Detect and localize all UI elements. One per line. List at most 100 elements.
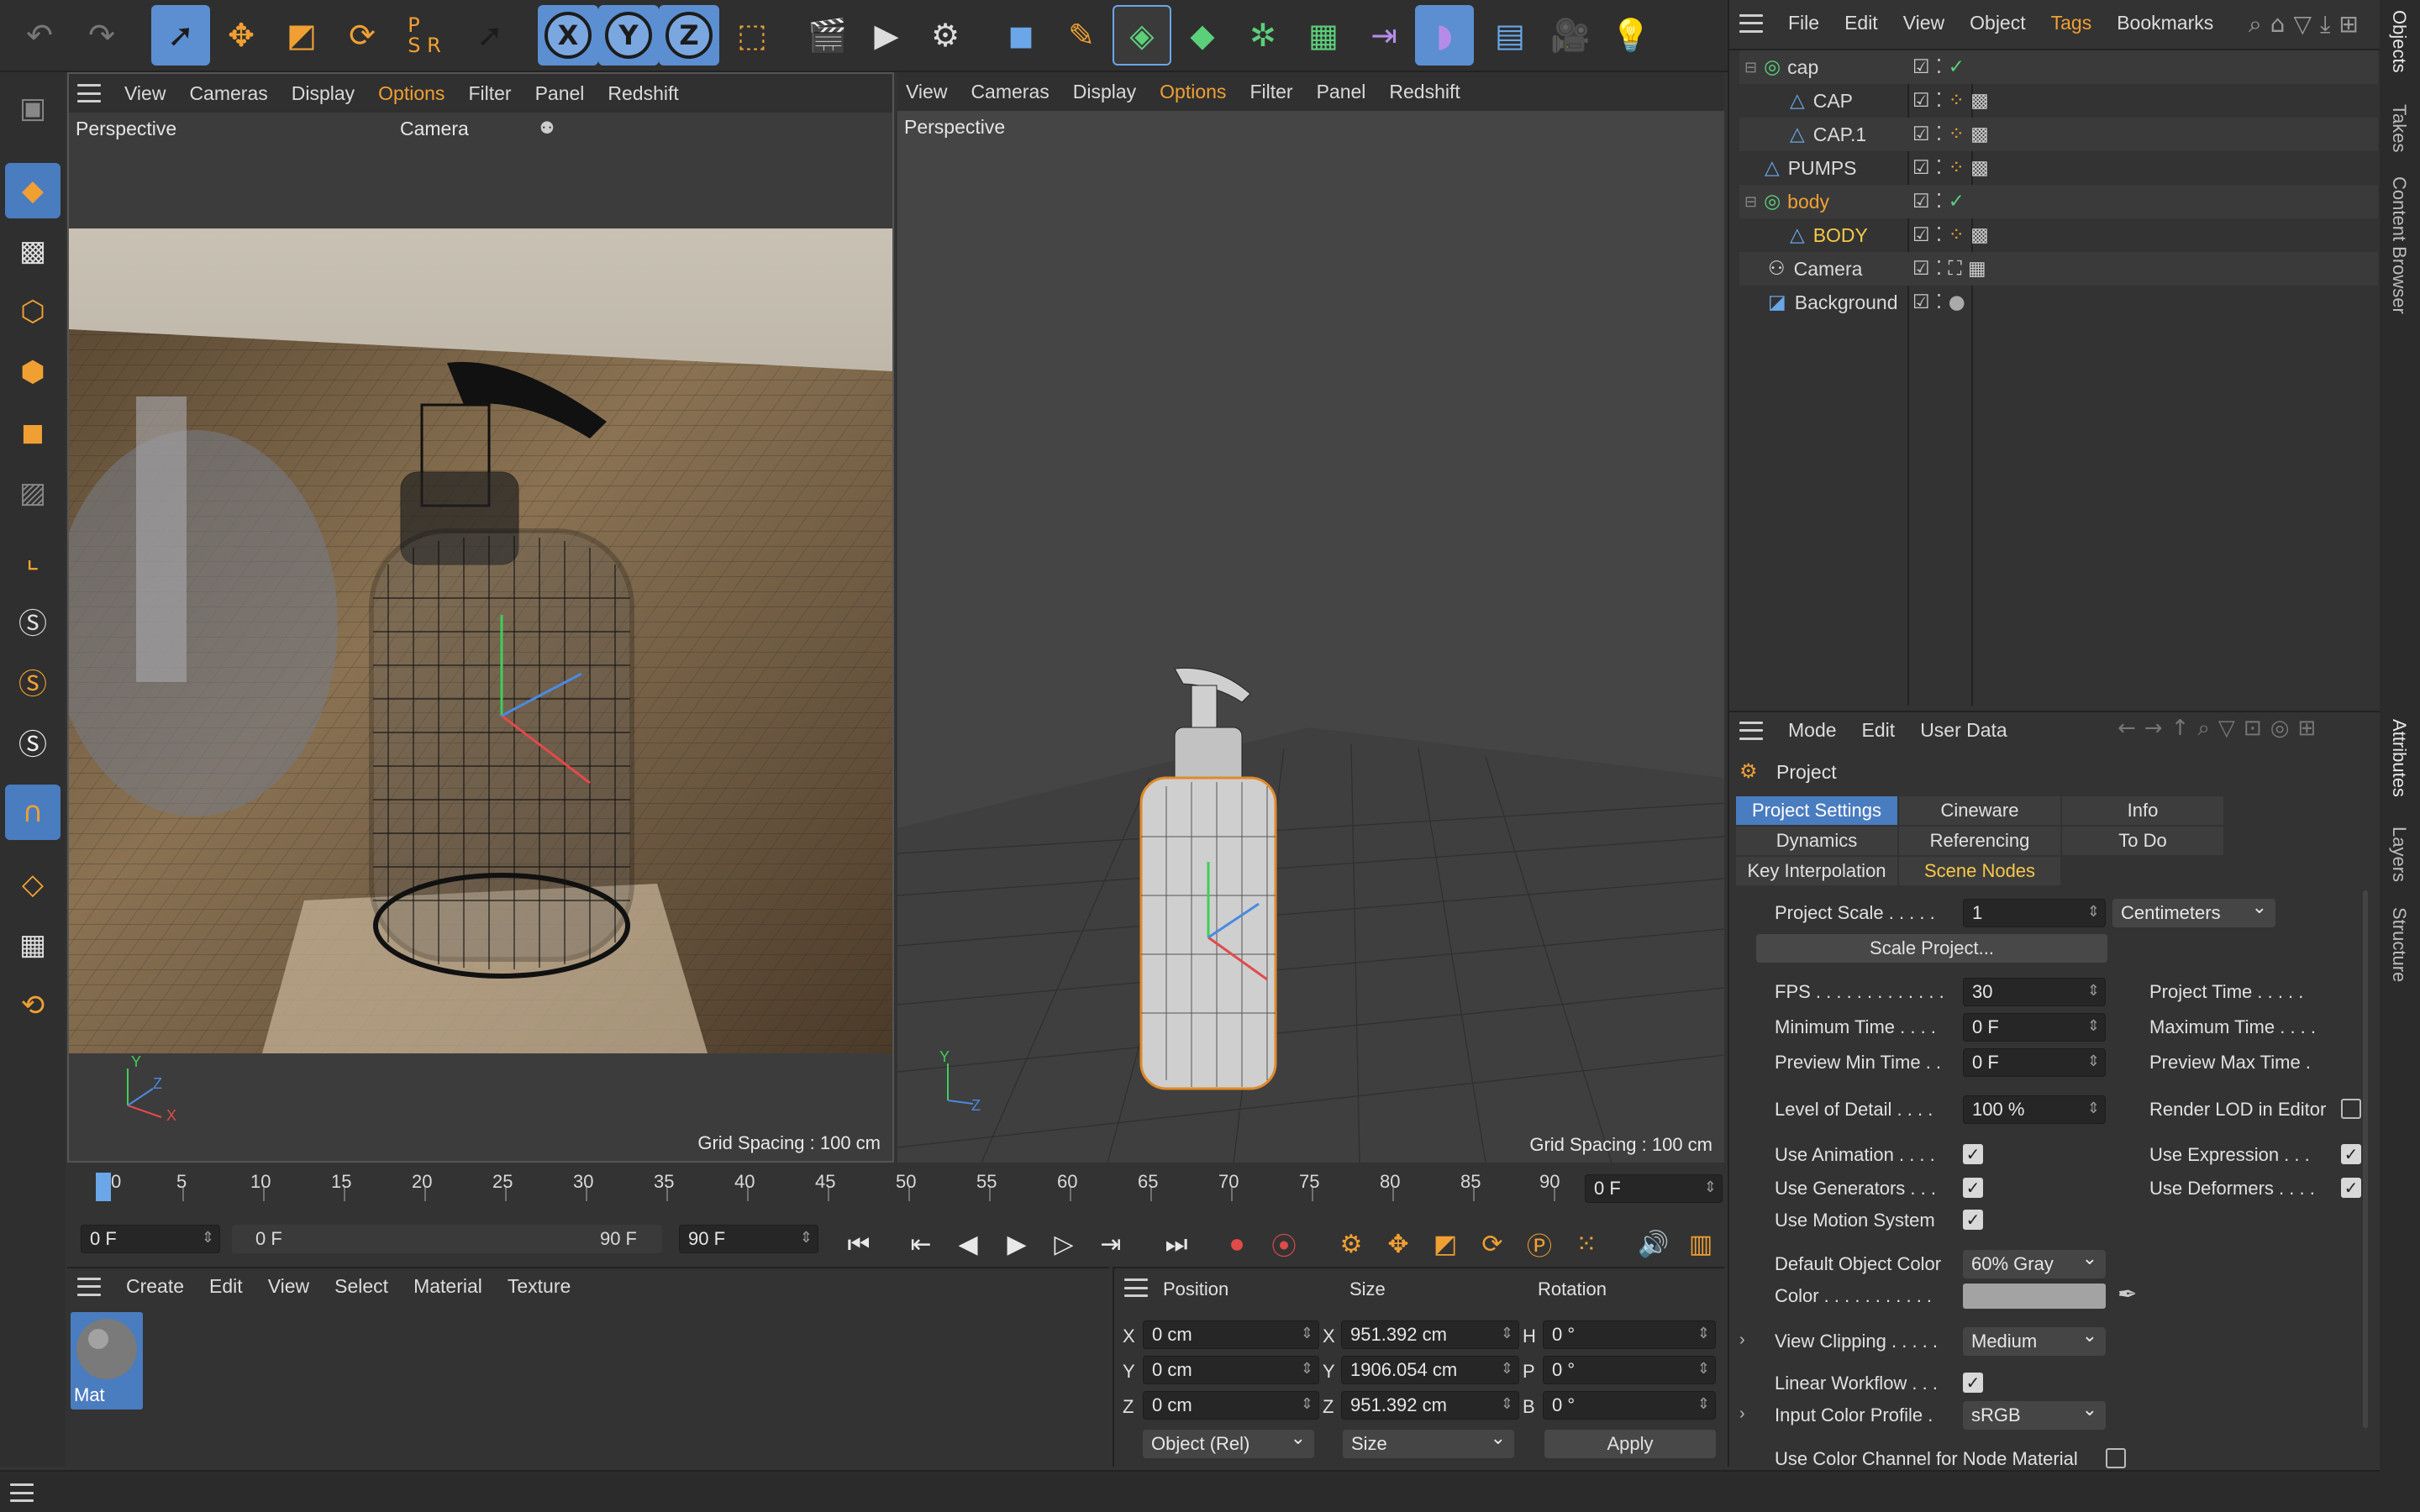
vp-menu-options[interactable]: Options — [378, 82, 445, 105]
light-icon[interactable]: 💡 — [1602, 5, 1660, 66]
tab-todo[interactable]: To Do — [2062, 827, 2223, 855]
scale-key-icon[interactable]: ◩ — [1425, 1223, 1465, 1265]
render-picture-viewer-icon[interactable]: ▶ — [857, 5, 916, 66]
quantize-icon[interactable]: Ⓢ — [5, 714, 60, 769]
edit-visibility-icon[interactable]: ☑ ⁚ ⁘ ▩ — [1912, 90, 1989, 112]
generator-icon[interactable]: ◈ — [1113, 5, 1171, 66]
cube-icon[interactable]: ◼ — [992, 5, 1050, 66]
material-mat[interactable]: Mat — [71, 1312, 143, 1410]
previous-frame-icon[interactable]: ◀ — [948, 1223, 988, 1265]
use-generators-checkbox[interactable]: ✓ — [1963, 1178, 1983, 1198]
timeline-icon[interactable]: ▥ — [1681, 1223, 1721, 1265]
object-name[interactable]: CAP.1 — [1813, 123, 1867, 146]
menu-icon[interactable] — [77, 84, 101, 102]
object-name[interactable]: BODY — [1813, 224, 1868, 247]
parameter-key-icon[interactable]: Ⓟ — [1519, 1223, 1560, 1265]
workplane-icon[interactable]: ◇ — [5, 857, 60, 912]
expand-icon[interactable]: › — [1739, 1404, 1745, 1424]
undo-icon[interactable]: ↶ — [10, 5, 69, 66]
y-axis-lock-icon[interactable]: Y — [598, 5, 659, 66]
range-slider[interactable]: 0 F 90 F — [232, 1225, 662, 1253]
obj-menu-bookmarks[interactable]: Bookmarks — [2117, 12, 2213, 34]
previous-key-icon[interactable]: ⇤ — [901, 1223, 941, 1265]
mat-menu-view[interactable]: View — [268, 1275, 309, 1298]
coordinate-mode-dropdown[interactable]: Object (Rel) — [1143, 1428, 1314, 1458]
min-time-field[interactable]: 0 F — [1963, 1013, 2106, 1042]
vp-menu-view[interactable]: View — [906, 81, 947, 103]
camera-icon[interactable]: 🎥 — [1541, 5, 1600, 66]
mat-menu-edit[interactable]: Edit — [209, 1275, 243, 1298]
bottle-model[interactable] — [1065, 652, 1368, 1189]
obj-menu-tags[interactable]: Tags — [2051, 12, 2092, 34]
material-name[interactable]: Mat — [74, 1384, 105, 1406]
rotation-p-field[interactable]: 0 ° — [1543, 1356, 1716, 1384]
input-color-dropdown[interactable]: sRGB — [1963, 1399, 2106, 1430]
position-z-field[interactable]: 0 cm — [1143, 1391, 1319, 1420]
keyframe-selection-icon[interactable]: ⚙ — [1331, 1223, 1371, 1265]
size-z-field[interactable]: 951.392 cm — [1341, 1391, 1519, 1420]
next-key-icon[interactable]: ⇥ — [1091, 1223, 1131, 1265]
object-row-cap1[interactable]: △ CAP.1 ☑ ⁚ ⁘ ▩ — [1739, 118, 2378, 151]
spline-deformer-icon[interactable]: ◗ — [1415, 5, 1474, 66]
left-viewport[interactable]: View Cameras Display Options Filter Pane… — [67, 72, 894, 1163]
rotate-tool-icon[interactable]: ⟳ — [333, 5, 392, 66]
position-y-field[interactable]: 0 cm — [1143, 1356, 1319, 1384]
object-name[interactable]: cap — [1787, 56, 1818, 79]
camera-icon[interactable]: ⚉ — [539, 118, 555, 139]
tab-dynamics[interactable]: Dynamics — [1736, 827, 1897, 855]
mat-menu-select[interactable]: Select — [334, 1275, 388, 1298]
object-name[interactable]: Background — [1795, 291, 1898, 314]
mat-menu-create[interactable]: Create — [126, 1275, 184, 1298]
vp-menu-filter[interactable]: Filter — [468, 82, 511, 105]
size-y-field[interactable]: 1906.054 cm — [1341, 1356, 1519, 1384]
obj-menu-file[interactable]: File — [1788, 12, 1819, 34]
render-view-icon[interactable]: 🎬 — [798, 5, 857, 66]
scale-project-button[interactable]: Scale Project... — [1756, 934, 2107, 963]
current-frame-field[interactable]: 0 F — [1585, 1174, 1723, 1203]
size-x-field[interactable]: 951.392 cm — [1341, 1320, 1519, 1349]
deformer-icon[interactable]: ⇥ — [1355, 5, 1413, 66]
apply-button[interactable]: Apply — [1544, 1430, 1716, 1458]
use-animation-checkbox[interactable]: ✓ — [1963, 1144, 1983, 1164]
view-clipping-dropdown[interactable]: Medium — [1963, 1326, 2106, 1356]
uv-mode-icon[interactable]: ▨ — [5, 465, 60, 521]
objects-toolbar-icons[interactable]: ⌕⌂▽⤓⊞ — [2249, 10, 2367, 39]
object-row-cap-child[interactable]: △ CAP ☑ ⁚ ⁘ ▩ — [1739, 84, 2378, 118]
autokey-icon[interactable]: ⦿ — [1264, 1223, 1304, 1265]
x-axis-lock-icon[interactable]: X — [538, 5, 598, 66]
use-deformers-checkbox[interactable]: ✓ — [2341, 1178, 2361, 1198]
redo-icon[interactable]: ↷ — [72, 5, 131, 66]
z-axis-lock-icon[interactable]: Z — [659, 5, 719, 66]
mat-menu-material[interactable]: Material — [413, 1275, 482, 1298]
obj-menu-view[interactable]: View — [1903, 12, 1944, 34]
scale-tool-icon[interactable]: ◩ — [272, 5, 331, 66]
sound-icon[interactable]: 🔊 — [1634, 1223, 1674, 1265]
right-viewport[interactable]: View Cameras Display Options Filter Pane… — [897, 72, 1724, 1163]
tab-attributes[interactable]: Attributes — [2388, 719, 2410, 797]
object-name[interactable]: Camera — [1794, 258, 1863, 281]
snap-icon[interactable]: Ⓢ — [5, 593, 60, 648]
rotation-key-icon[interactable]: ⟳ — [1472, 1223, 1512, 1265]
render-settings-icon[interactable]: ⚙ — [916, 5, 975, 66]
position-x-field[interactable]: 0 cm — [1143, 1320, 1319, 1349]
object-row-camera[interactable]: ⚇ Camera ☑ ⁚ ⛶ ▦ — [1739, 252, 2378, 286]
rotation-h-field[interactable]: 0 ° — [1543, 1320, 1716, 1349]
object-row-body-child[interactable]: △ BODY ☑ ⁚ ⁘ ▩ — [1739, 218, 2378, 252]
node-material-checkbox[interactable] — [2106, 1448, 2126, 1468]
edit-visibility-icon[interactable]: ☑ ⁚ ✓ — [1912, 56, 1965, 78]
tab-layers[interactable]: Layers — [2388, 827, 2410, 882]
tab-scene-nodes[interactable]: Scene Nodes — [1899, 857, 2060, 885]
edit-visibility-icon[interactable]: ☑ ⁚ ⁘ ▩ — [1912, 157, 1989, 179]
menu-icon[interactable] — [1739, 721, 1763, 740]
vp-menu-filter[interactable]: Filter — [1249, 81, 1292, 103]
next-frame-icon[interactable]: ▷ — [1044, 1223, 1084, 1265]
vp-menu-options[interactable]: Options — [1160, 81, 1226, 103]
collapse-icon[interactable]: ⊟ — [1744, 193, 1757, 211]
tab-project-settings[interactable]: Project Settings — [1736, 796, 1897, 825]
size-mode-dropdown[interactable]: Size — [1343, 1428, 1514, 1458]
go-to-end-icon[interactable]: ⏭ — [1156, 1223, 1197, 1265]
menu-icon[interactable] — [1124, 1278, 1148, 1297]
edit-visibility-icon[interactable]: ☑ ⁚ ⁘ ▩ — [1912, 224, 1989, 246]
go-to-start-icon[interactable]: ⏮ — [839, 1223, 879, 1265]
menu-icon[interactable] — [10, 1483, 34, 1502]
